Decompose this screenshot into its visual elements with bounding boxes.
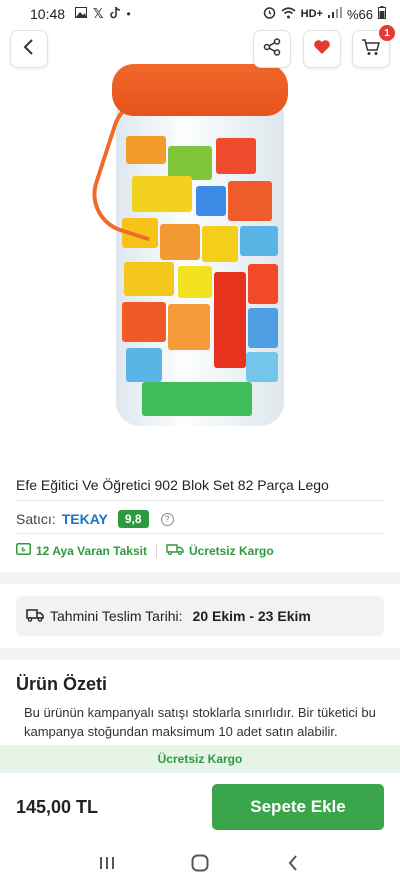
home-icon xyxy=(191,854,209,877)
installment-label: 12 Aya Varan Taksit xyxy=(36,543,147,558)
share-icon xyxy=(263,37,281,61)
system-nav-bar xyxy=(0,842,400,888)
chevron-left-icon xyxy=(23,38,35,60)
system-back-button[interactable] xyxy=(273,850,313,880)
delivery-estimate: Tahmini Teslim Tarihi: 20 Ekim - 23 Ekim xyxy=(16,596,384,636)
share-button[interactable] xyxy=(253,30,291,68)
price: 145,00 TL xyxy=(16,797,99,817)
signal-icon xyxy=(327,7,342,21)
battery-level: %66 xyxy=(346,6,373,22)
add-to-cart-button[interactable]: Sepete Ekle xyxy=(212,784,384,830)
delivery-label: Tahmini Teslim Tarihi: xyxy=(50,608,183,624)
question-icon[interactable]: ? xyxy=(160,512,174,526)
free-shipping-label: Ücretsiz Kargo xyxy=(188,543,274,558)
features-row: ₺ 12 Aya Varan Taksit Ücretsiz Kargo xyxy=(16,543,274,558)
cart-count-badge: 1 xyxy=(379,25,395,41)
section-separator xyxy=(0,572,400,584)
home-button[interactable] xyxy=(180,850,220,880)
seller-name-link[interactable]: TEKAY xyxy=(62,511,108,527)
seller-row: Satıcı: TEKAY 9,8 ? xyxy=(16,510,174,528)
seller-rating-badge: 9,8 xyxy=(117,510,149,528)
free-shipping-banner: Ücretsiz Kargo xyxy=(0,745,400,772)
truck-icon xyxy=(166,543,184,558)
network-type: HD+ xyxy=(300,8,323,20)
divider xyxy=(16,533,384,534)
cart-button[interactable]: 1 xyxy=(352,25,395,68)
product-image[interactable] xyxy=(0,56,400,456)
seller-label: Satıcı: xyxy=(16,511,56,527)
delivery-value: 20 Ekim - 23 Ekim xyxy=(192,608,311,624)
free-shipping-feature[interactable]: Ücretsiz Kargo xyxy=(166,543,274,558)
product-jar-illustration xyxy=(82,64,288,426)
summary-title: Ürün Özeti xyxy=(16,674,108,694)
alarm-icon xyxy=(263,6,276,22)
back-arrow-icon xyxy=(288,854,298,876)
cart-icon xyxy=(361,38,381,61)
favorite-button[interactable] xyxy=(303,30,341,68)
status-bar: 10:48 𝕏 • HD+ %66 xyxy=(0,0,400,28)
product-title: Efe Eğitici Ve Öğretici 902 Blok Set 82 … xyxy=(16,477,329,493)
purchase-bar: 145,00 TL Sepete Ekle xyxy=(0,772,400,842)
tiktok-icon xyxy=(109,6,121,22)
gallery-icon xyxy=(75,7,88,21)
back-button[interactable] xyxy=(10,30,48,68)
installment-icon: ₺ xyxy=(16,543,31,558)
summary-bullet-text: Bu ürünün kampanyalı satışı stoklarla sı… xyxy=(24,705,376,745)
divider xyxy=(16,500,384,501)
delivery-truck-icon xyxy=(26,608,44,625)
x-icon: 𝕏 xyxy=(93,6,104,21)
status-time: 10:48 xyxy=(30,6,66,22)
summary-text: •Bu ürünün kampanyalı satışı stoklarla s… xyxy=(14,703,386,745)
svg-text:₺: ₺ xyxy=(21,547,26,554)
installment-feature[interactable]: ₺ 12 Aya Varan Taksit xyxy=(16,543,147,558)
battery-icon xyxy=(378,6,386,22)
recent-apps-button[interactable] xyxy=(87,850,127,880)
wifi-icon xyxy=(281,6,296,22)
notification-dot-icon: • xyxy=(126,7,131,21)
heart-icon xyxy=(313,39,331,60)
recent-apps-icon xyxy=(99,856,115,875)
section-separator xyxy=(0,648,400,660)
